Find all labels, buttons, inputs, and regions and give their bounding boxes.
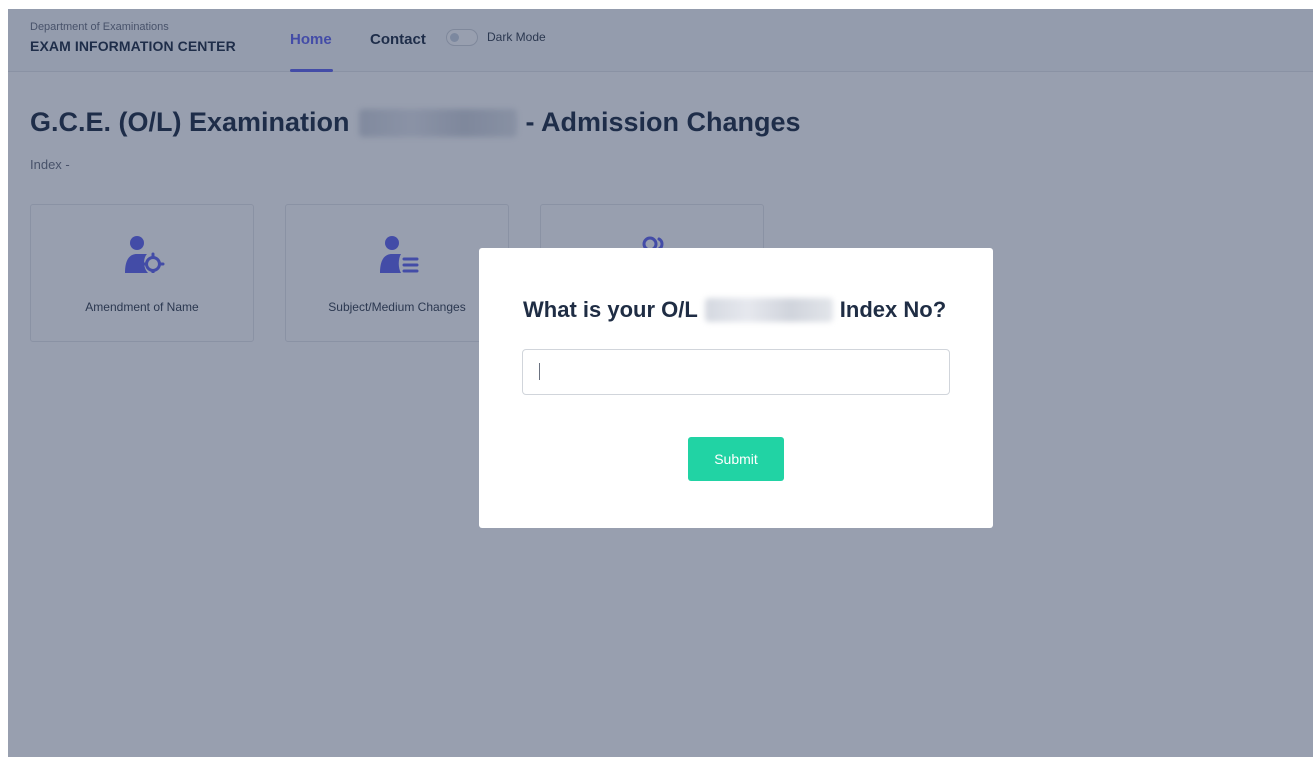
redacted-year bbox=[704, 298, 833, 322]
text-cursor bbox=[539, 363, 540, 380]
index-number-input[interactable] bbox=[522, 349, 950, 395]
index-number-modal: What is your O/L Index No? Submit bbox=[479, 248, 993, 528]
submit-button[interactable]: Submit bbox=[688, 437, 784, 481]
modal-question-prefix: What is your O/L bbox=[523, 297, 698, 322]
modal-question-suffix: Index No? bbox=[839, 297, 947, 322]
page-viewport: Department of Examinations EXAM INFORMAT… bbox=[8, 9, 1313, 757]
modal-question: What is your O/L Index No? bbox=[523, 297, 946, 323]
